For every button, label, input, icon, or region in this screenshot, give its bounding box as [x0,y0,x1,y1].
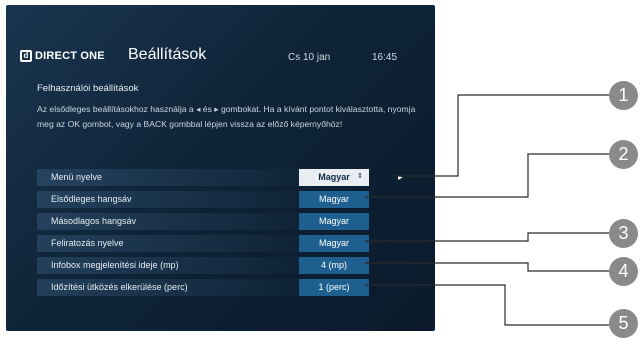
callout-4: 4 [609,257,638,286]
callout-2: 2 [609,140,638,169]
leader-line-5 [365,284,609,326]
leader-line-1 [393,94,609,177]
callout-leader-lines [365,94,609,326]
callout-3: 3 [609,219,638,248]
leader-line-4 [365,262,609,272]
leader-line-3 [365,232,609,242]
callout-5: 5 [609,309,638,338]
callout-1: 1 [609,81,638,110]
